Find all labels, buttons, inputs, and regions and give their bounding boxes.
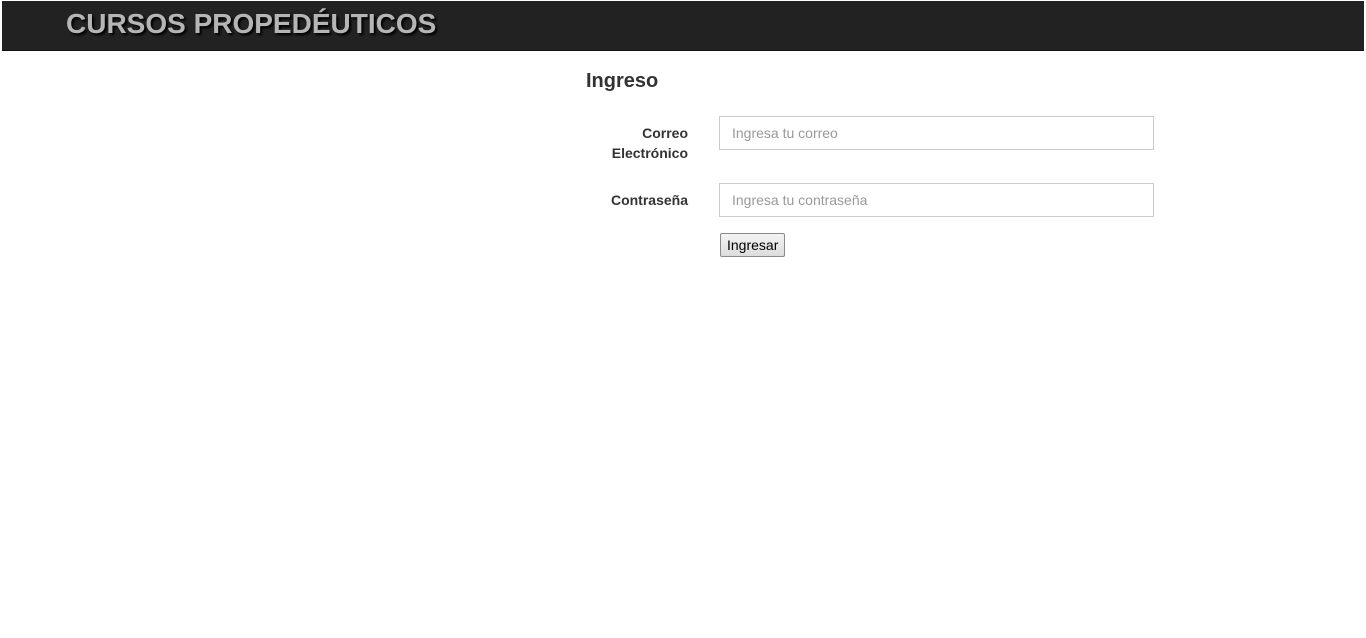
password-label: Contraseña <box>610 192 688 208</box>
login-submit-button[interactable]: Ingresar <box>720 233 786 257</box>
password-field[interactable] <box>719 183 1154 217</box>
email-label-line2: Electrónico <box>611 145 688 161</box>
brand-title[interactable]: CURSOS PROPEDÉUTICOS <box>66 8 436 40</box>
page-title: Ingreso <box>586 70 659 92</box>
top-navbar: CURSOS PROPEDÉUTICOS <box>2 1 1364 51</box>
email-label-line1: Correo <box>642 125 688 141</box>
email-label: Correo Electrónico <box>586 123 688 163</box>
email-field[interactable] <box>719 116 1154 150</box>
